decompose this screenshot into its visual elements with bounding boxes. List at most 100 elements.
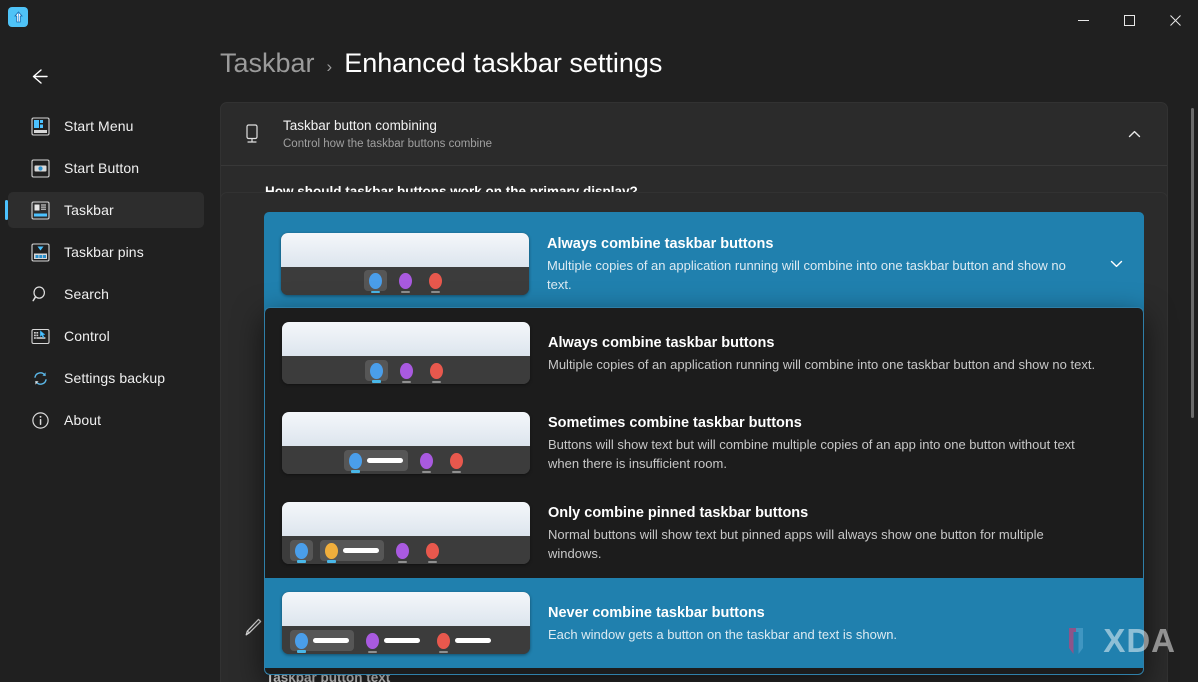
- sidebar: Start Menu Start Button Taskbar Taskbar …: [0, 40, 212, 682]
- sidebar-item-label: Start Button: [64, 160, 140, 176]
- preview-app-dot: [349, 452, 362, 473]
- sidebar-item-about[interactable]: About: [8, 402, 204, 438]
- xda-logo-icon: [1069, 628, 1084, 654]
- sidebar-item-label: Taskbar pins: [64, 244, 144, 260]
- preview-desktop: [282, 592, 530, 626]
- search-icon: [30, 284, 50, 304]
- preview-app-dot: [426, 542, 439, 563]
- preview-app-dot: [398, 273, 412, 293]
- maximize-icon[interactable]: [1106, 0, 1152, 40]
- back-button[interactable]: [20, 58, 56, 94]
- xda-watermark-text: XDA: [1103, 622, 1176, 659]
- preview-button-text: [367, 458, 403, 463]
- preview-desktop: [282, 502, 530, 536]
- only-pinned-preview: [282, 502, 530, 564]
- sidebar-item-start-button[interactable]: Start Button: [8, 150, 204, 186]
- chevron-up-icon[interactable]: [1117, 117, 1151, 151]
- breadcrumb: Taskbar › Enhanced taskbar settings: [212, 40, 1198, 102]
- preview-app-dot: [437, 632, 450, 653]
- option-description: Each window gets a button on the taskbar…: [548, 626, 898, 642]
- sidebar-item-start-menu[interactable]: Start Menu: [8, 108, 204, 144]
- preview-button: [363, 270, 387, 293]
- preview-desktop: [282, 412, 530, 446]
- preview-button-text: [455, 638, 491, 643]
- sidebar-item-label: About: [64, 412, 102, 428]
- preview-button: [344, 449, 408, 473]
- preview-app-dot: [295, 632, 308, 653]
- option-description: Normal buttons will show text but pinned…: [548, 527, 1044, 561]
- preview-app-dot: [399, 362, 413, 383]
- app-window: Start Menu Start Button Taskbar Taskbar …: [0, 0, 1198, 682]
- title-bar: [0, 0, 1198, 40]
- close-icon[interactable]: [1152, 0, 1198, 40]
- preview-desktop: [282, 322, 530, 356]
- option-title: Never combine taskbar buttons: [548, 604, 765, 621]
- preview-button-text: [343, 548, 379, 553]
- sidebar-item-label: Control: [64, 328, 110, 344]
- window-controls: [1060, 0, 1198, 40]
- sidebar-item-label: Settings backup: [64, 370, 166, 386]
- option-title: Always combine taskbar buttons: [547, 235, 774, 252]
- sidebar-item-taskbar-pins[interactable]: Taskbar pins: [8, 234, 204, 270]
- preview-app-dot: [369, 362, 383, 383]
- card-title: Taskbar button combining: [283, 117, 437, 133]
- monitor-icon: [239, 121, 265, 147]
- preview-app-dot: [368, 273, 382, 293]
- dropdown-option-sometimes[interactable]: Sometimes combine taskbar buttons Button…: [265, 398, 1143, 488]
- breadcrumb-parent[interactable]: Taskbar: [220, 48, 315, 79]
- sidebar-item-label: Search: [64, 286, 109, 302]
- taskbar-combining-dropdown[interactable]: Always combine taskbar buttons Multiple …: [264, 307, 1144, 675]
- combobox-selected-text: Always combine taskbar buttons Multiple …: [547, 234, 1084, 294]
- card-header[interactable]: Taskbar button combining Control how the…: [221, 103, 1167, 165]
- sidebar-item-settings-backup[interactable]: Settings backup: [8, 360, 204, 396]
- preview-button: [290, 539, 313, 563]
- option-description: Multiple copies of an application runnin…: [547, 257, 1066, 292]
- sometimes-combine-preview: [282, 412, 530, 474]
- preview-taskbar: [282, 536, 530, 564]
- preview-button-text: [384, 638, 420, 643]
- preview-button: [421, 540, 444, 563]
- preview-app-dot: [429, 362, 443, 383]
- sidebar-item-control[interactable]: Control: [8, 318, 204, 354]
- start-menu-icon: [30, 116, 50, 136]
- chevron-down-icon[interactable]: [1102, 250, 1130, 278]
- content-scrollbar[interactable]: [1191, 108, 1194, 418]
- taskbar-icon: [30, 200, 50, 220]
- preview-taskbar: [282, 446, 530, 474]
- option-title: Always combine taskbar buttons: [548, 334, 775, 351]
- preview-button: [424, 270, 447, 293]
- dropdown-option-never[interactable]: Never combine taskbar buttons Each windo…: [265, 578, 1143, 668]
- app-logo-icon: [8, 7, 28, 27]
- preview-button-text: [313, 638, 349, 643]
- option-text-block: Never combine taskbar buttons Each windo…: [548, 603, 1129, 644]
- option-title: Only combine pinned taskbar buttons: [548, 505, 809, 521]
- card-text-block: Taskbar button combining Control how the…: [283, 117, 1099, 152]
- preview-button: [320, 539, 384, 563]
- preview-button: [394, 270, 417, 293]
- sidebar-item-taskbar[interactable]: Taskbar: [5, 192, 204, 228]
- info-icon: [30, 410, 50, 430]
- xda-watermark: XDA: [1064, 622, 1176, 660]
- preview-button: [395, 360, 418, 383]
- dropdown-option-only-pinned[interactable]: Only combine pinned taskbar buttons Norm…: [265, 488, 1143, 578]
- preview-button: [445, 450, 468, 473]
- sidebar-nav: Start Menu Start Button Taskbar Taskbar …: [0, 108, 212, 438]
- preview-app-dot: [325, 542, 338, 563]
- option-text-block: Always combine taskbar buttons Multiple …: [548, 333, 1129, 374]
- preview-app-dot: [450, 452, 463, 473]
- preview-button: [425, 360, 448, 383]
- always-combine-preview: [282, 322, 530, 384]
- dropdown-option-always[interactable]: Always combine taskbar buttons Multiple …: [265, 308, 1143, 398]
- never-combine-preview: [282, 592, 530, 654]
- always-combine-preview: [281, 232, 529, 295]
- option-text-block: Only combine pinned taskbar buttons Norm…: [548, 503, 1129, 563]
- paintbrush-icon: [239, 615, 265, 641]
- preview-app-dot: [428, 273, 442, 293]
- preview-taskbar: [282, 356, 530, 384]
- sidebar-item-search[interactable]: Search: [8, 276, 204, 312]
- minimize-icon[interactable]: [1060, 0, 1106, 40]
- preview-app-dot: [396, 542, 409, 563]
- back-arrow-icon: [32, 68, 48, 84]
- taskbar-combining-combobox[interactable]: Always combine taskbar buttons Multiple …: [264, 212, 1144, 315]
- preview-button: [364, 359, 388, 383]
